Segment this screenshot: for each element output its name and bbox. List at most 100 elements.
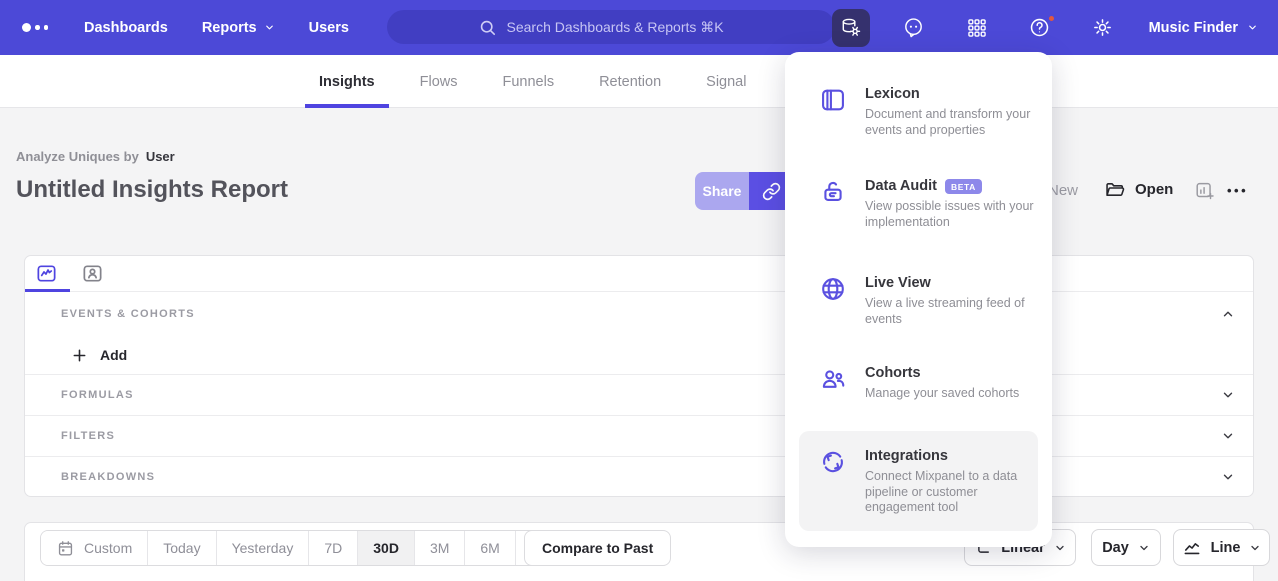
subtitle-prefix: Analyze Uniques by [16,149,139,164]
range-yesterday[interactable]: Yesterday [216,531,309,565]
top-nav: Dashboards Reports Users [0,0,1278,55]
share-button[interactable]: Share [695,172,749,210]
chevron-down-icon [1138,542,1150,554]
database-gear-icon [839,16,862,39]
menu-item-cohorts[interactable]: Cohorts Manage your saved cohorts [819,365,1034,402]
data-audit-icon [819,178,847,206]
plus-icon [72,348,87,363]
integrations-sync-icon [819,448,847,476]
nav-item-reports[interactable]: Reports [202,20,275,36]
data-management-dropdown: Lexicon Document and transform your even… [785,52,1052,547]
calendar-icon [56,539,75,558]
profiles-view-tab[interactable] [80,262,104,286]
range-30d[interactable]: 30D [357,531,414,565]
nav-item-dashboards[interactable]: Dashboards [84,20,168,36]
nav-item-users[interactable]: Users [309,20,349,36]
tab-insights[interactable]: Insights [305,55,389,108]
events-cohorts-header: EVENTS & COHORTS [61,308,195,320]
expand-formulas-button[interactable] [1221,388,1235,402]
insights-chart-icon [35,262,58,285]
mixpanel-logo-icon[interactable] [22,23,68,32]
more-options-button[interactable]: ••• [1227,183,1248,198]
menu-item-data-audit[interactable]: Data Audit BETA View possible issues wit… [819,178,1034,230]
menu-item-lexicon[interactable]: Lexicon Document and transform your even… [819,86,1034,138]
menu-description: View a live streaming feed of events [865,296,1034,327]
chart-type-selector[interactable]: Line [1173,529,1270,566]
share-split-button: Share [695,172,793,210]
apps-grid-icon [966,17,988,39]
new-report-button[interactable]: New [1048,182,1078,199]
settings-button[interactable] [1084,9,1122,47]
breakdowns-section[interactable]: BREAKDOWNS [25,456,1253,497]
report-subtitle: Analyze Uniques by User [16,149,175,164]
range-custom[interactable]: Custom [41,531,147,565]
tab-flows[interactable]: Flows [406,55,472,108]
link-icon [762,182,781,201]
report-title[interactable]: Untitled Insights Report [16,176,288,204]
chart-add-icon [1194,180,1216,202]
chevron-down-icon [1221,388,1235,402]
chevron-down-icon [1054,542,1066,554]
menu-title: Data Audit [865,178,937,195]
menu-title: Cohorts [865,365,921,382]
chevron-up-icon [1221,307,1235,321]
interval-label: Day [1102,540,1129,556]
menu-item-integrations[interactable]: Integrations Connect Mixpanel to a data … [819,448,1034,516]
filters-header: FILTERS [61,430,115,442]
tab-funnels[interactable]: Funnels [488,55,568,108]
formulas-header: FORMULAS [61,389,134,401]
breakdowns-header: BREAKDOWNS [61,471,155,483]
global-search[interactable] [387,10,835,44]
chevron-down-icon [1221,470,1235,484]
cohorts-users-icon [819,365,847,393]
compare-to-past-button[interactable]: Compare to Past [524,530,671,566]
nav-right: Music Finder [832,0,1258,55]
analyze-entity-selector[interactable]: User [146,149,175,164]
expand-breakdowns-button[interactable] [1221,470,1235,484]
folder-icon [1104,179,1125,200]
open-report-button[interactable]: Open [1104,179,1173,200]
line-chart-icon [1182,538,1202,558]
filters-section[interactable]: FILTERS [25,415,1253,456]
collapse-events-button[interactable] [1221,307,1235,321]
report-tabs: Insights Flows Funnels Retention Signal … [305,55,849,108]
chevron-down-icon [1249,542,1261,554]
add-label: Add [100,347,127,363]
beta-badge: BETA [945,179,982,194]
menu-item-live-view[interactable]: Live View View a live streaming feed of … [819,275,1034,327]
range-3m[interactable]: 3M [414,531,464,565]
add-event-row: Add [25,336,1253,374]
notification-dot [1047,14,1056,23]
add-event-button[interactable]: Add [72,347,127,363]
range-7d[interactable]: 7D [308,531,357,565]
account-name: Music Finder [1149,20,1238,36]
interval-selector[interactable]: Day [1091,529,1161,566]
events-view-tab[interactable] [34,262,58,286]
menu-description: Manage your saved cohorts [865,386,1019,402]
data-management-button[interactable] [832,9,870,47]
help-button[interactable] [1021,9,1059,47]
formulas-section[interactable]: FORMULAS [25,374,1253,415]
expand-filters-button[interactable] [1221,429,1235,443]
menu-description: Document and transform your events and p… [865,107,1034,138]
range-6m[interactable]: 6M [464,531,514,565]
menu-title: Live View [865,275,931,292]
feedback-button[interactable] [895,9,933,47]
chart-toolbar-card: Custom Today Yesterday 7D 30D 3M 6M 12M … [24,522,1254,581]
chart-type-label: Line [1211,540,1241,556]
account-switcher[interactable]: Music Finder [1149,20,1258,36]
menu-title: Integrations [865,448,948,465]
date-range-control: Custom Today Yesterday 7D 30D 3M 6M 12M [40,530,574,566]
tab-signal[interactable]: Signal [692,55,760,108]
chevron-down-icon [1247,22,1258,33]
apps-grid-button[interactable] [958,9,996,47]
events-cohorts-section: EVENTS & COHORTS [25,292,1253,336]
chevron-down-icon [1221,429,1235,443]
menu-title: Lexicon [865,86,920,103]
add-to-dashboard-button[interactable] [1194,180,1216,202]
chevron-down-icon [264,22,275,33]
tab-retention[interactable]: Retention [585,55,675,108]
search-input[interactable] [507,19,745,35]
query-builder-card: EVENTS & COHORTS Add FORMULAS FILTERS BR… [24,255,1254,497]
range-today[interactable]: Today [147,531,215,565]
